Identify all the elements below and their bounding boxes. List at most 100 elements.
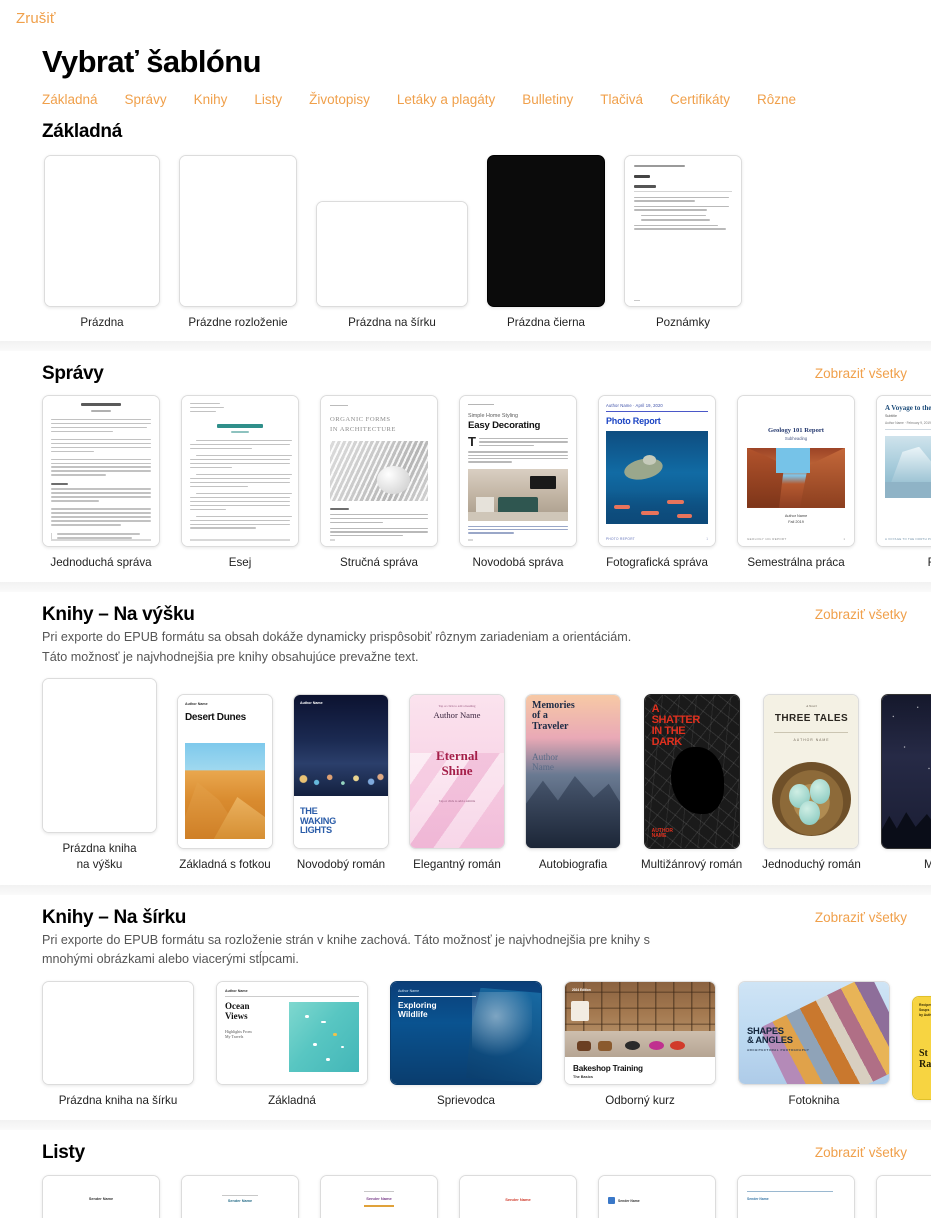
template-thumbnail[interactable]: Author Name Ocean Views Highlights From My…	[216, 980, 368, 1085]
show-all-button[interactable]: Zobraziť všetky	[815, 1142, 907, 1160]
section-knihy-na-sirku: Knihy – Na šírku Pri exporte do EPUB for…	[0, 895, 931, 1109]
tab-zivotopisy[interactable]: Životopisy	[309, 92, 370, 107]
template-thumbnail[interactable]: Sender Name	[320, 1175, 438, 1218]
template-thumbnail[interactable]: RecipesSoupsby Author StRa	[912, 996, 931, 1101]
template-thumbnail[interactable]	[179, 155, 297, 307]
tab-knihy[interactable]: Knihy	[194, 92, 228, 107]
template-tile-partial-sirka[interactable]: RecipesSoupsby Author StRa	[912, 996, 931, 1108]
template-thumbnail[interactable]: Author Name Desert Dunes	[177, 693, 273, 849]
tab-zakladna[interactable]: Základná	[42, 92, 98, 107]
template-thumbnail[interactable]	[42, 394, 160, 547]
template-thumbnail[interactable]	[42, 678, 157, 834]
template-thumbnail[interactable]: Author Name · April 19, 2020 Photo Repor…	[598, 394, 716, 547]
template-thumbnail[interactable]	[44, 155, 160, 307]
section-header-listy: Listy Zobraziť všetky	[42, 1142, 931, 1164]
template-tile-prazdne-rozlozenie[interactable]: Prázdne rozloženie	[179, 155, 297, 331]
template-tile-prazdna-kniha-na-vysku[interactable]: Prázdna kniha na výšku	[42, 678, 157, 872]
template-tile-list-1[interactable]: Sender Name	[42, 1175, 160, 1218]
template-thumbnail[interactable]: A SHATTER IN THE DARK AUTHOR NAME	[643, 693, 740, 849]
tab-letaky[interactable]: Letáky a plagáty	[397, 92, 495, 107]
template-caption: Základná s fotkou	[179, 857, 271, 871]
section-header-knihy-vyska: Knihy – Na výšku Pri exporte do EPUB for…	[42, 604, 931, 667]
template-tile-sprievodca[interactable]: Author Name Exploring Wildlife Sprievodca	[390, 980, 542, 1109]
show-all-button[interactable]: Zobraziť všetky	[815, 363, 907, 381]
template-row-knihy-sirka: Prázdna kniha na šírku Author Name Ocean…	[42, 980, 931, 1109]
template-thumbnail[interactable]: Author Name Exploring Wildlife	[390, 980, 542, 1085]
list-sender: Sender Name	[618, 1198, 640, 1203]
template-tile-prazdna-cierna[interactable]: Prázdna čierna	[487, 155, 605, 331]
show-all-button[interactable]: Zobraziť všetky	[815, 907, 907, 925]
template-caption: M	[923, 857, 931, 871]
template-tile-prazdna-kniha-na-sirku[interactable]: Prázdna kniha na šírku	[42, 980, 194, 1109]
section-title: Knihy – Na výšku	[42, 604, 195, 626]
section-title: Základná	[42, 121, 122, 142]
tab-listy[interactable]: Listy	[254, 92, 282, 107]
template-tile-autobiografia[interactable]: Memories of a Traveler Author Name Autobiog…	[525, 693, 621, 873]
template-tile-jednoduchy-roman[interactable]: A Novel THREE TALES AUTHOR NAME Jednoduc…	[762, 693, 861, 873]
template-thumbnail[interactable]	[42, 980, 194, 1085]
tab-rozne[interactable]: Rôzne	[757, 92, 796, 107]
template-thumbnail[interactable]	[181, 394, 299, 547]
template-thumbnail[interactable]: ORGANIC FORMS IN ARCHITECTURE	[320, 394, 438, 547]
template-thumbnail[interactable]: Sender Name	[876, 1175, 931, 1218]
template-thumbnail[interactable]: Tap or click to add a heading Author Nam…	[409, 693, 505, 849]
template-tile-partial-knihy[interactable]: M	[880, 693, 931, 873]
template-tile-jednoducha-sprava[interactable]: Jednoduchá správa	[42, 394, 160, 571]
template-tile-list-7[interactable]: Sender Name	[876, 1175, 931, 1218]
show-all-button[interactable]: Zobraziť všetky	[815, 604, 907, 622]
template-tile-strucna-sprava[interactable]: ORGANIC FORMS IN ARCHITECTURE Stručná sp…	[320, 394, 438, 571]
template-thumbnail[interactable]	[487, 155, 605, 307]
template-thumbnail[interactable]: Geology 101 Report Subheading Author Nam…	[737, 394, 855, 547]
section-divider	[0, 340, 931, 351]
template-tile-list-4[interactable]: Sender Name	[459, 1175, 577, 1218]
template-tile-novodoba-sprava[interactable]: Simple Home Styling Easy Decorating T No…	[459, 394, 577, 571]
template-tile-list-3[interactable]: Sender Name	[320, 1175, 438, 1218]
tab-tlaciva[interactable]: Tlačivá	[600, 92, 643, 107]
template-thumbnail[interactable]: Sender Name	[459, 1175, 577, 1218]
template-tile-multizanrovy-roman[interactable]: A SHATTER IN THE DARK AUTHOR NAME Multižánro…	[641, 693, 742, 873]
template-row-spravy: Jednoduchá správa Esej ORGANIC FORMS IN …	[42, 394, 931, 571]
tab-bulletiny[interactable]: Bulletiny	[522, 92, 573, 107]
template-tile-prazdna[interactable]: Prázdna	[44, 155, 160, 331]
tab-certifikaty[interactable]: Certifikáty	[670, 92, 730, 107]
template-tile-partial[interactable]: A Voyage to the Subtitle Author Name · F…	[876, 394, 931, 571]
template-caption: Stručná správa	[340, 555, 418, 569]
template-tile-semestralna-praca[interactable]: Geology 101 Report Subheading Author Nam…	[737, 394, 855, 571]
template-thumbnail[interactable]: Sender Name	[42, 1175, 160, 1218]
template-tile-odborny-kurz[interactable]: Bakeshop Training The Basics 2024 Editio…	[564, 980, 716, 1109]
template-tile-poznamky[interactable]: Poznámky	[624, 155, 742, 331]
template-tile-zakladna-s-fotkou[interactable]: Author Name Desert Dunes Základná s fotk…	[177, 693, 273, 873]
template-thumbnail[interactable]	[624, 155, 742, 307]
template-thumbnail[interactable]: Simple Home Styling Easy Decorating T	[459, 394, 577, 547]
template-thumbnail[interactable]: A Novel THREE TALES AUTHOR NAME	[763, 693, 860, 849]
section-divider	[0, 1120, 931, 1131]
template-tile-esej[interactable]: Esej	[181, 394, 299, 571]
template-thumbnail[interactable]	[316, 201, 468, 307]
template-tile-novodoby-roman[interactable]: Author Name THE WAKING LIGHTS Novodobý rom…	[293, 693, 389, 873]
template-tile-fotograficka-sprava[interactable]: Author Name · April 19, 2020 Photo Repor…	[598, 394, 716, 571]
template-caption: Elegantný román	[413, 857, 501, 871]
template-thumbnail[interactable]: SHAPES & ANGLES ARCHITECTURAL PHOTOGRAPHY	[738, 980, 890, 1085]
template-thumbnail[interactable]: Sender Name	[737, 1175, 855, 1218]
template-tile-list-2[interactable]: Sender Name	[181, 1175, 299, 1218]
tab-spravy[interactable]: Správy	[125, 92, 167, 107]
list-sender: Sender Name	[886, 1197, 931, 1201]
template-caption: Autobiografia	[538, 857, 608, 871]
template-thumbnail[interactable]: Bakeshop Training The Basics 2024 Editio…	[564, 980, 716, 1085]
cancel-button[interactable]: Zrušiť	[16, 10, 56, 27]
template-tile-list-6[interactable]: Sender Name	[737, 1175, 855, 1218]
template-tile-prazdna-na-sirku[interactable]: Prázdna na šírku	[316, 155, 468, 331]
template-thumbnail[interactable]: Memories of a Traveler Author Name	[525, 693, 621, 849]
template-row-knihy-vyska: Prázdna kniha na výšku Author Name Deser…	[42, 678, 931, 872]
template-thumbnail[interactable]: Sender Name	[598, 1175, 716, 1218]
template-tile-fotokniha[interactable]: SHAPES & ANGLES ARCHITECTURAL PHOTOGRAPHY…	[738, 980, 890, 1109]
template-tile-zakladna-sirka[interactable]: Author Name Ocean Views Highlights From My…	[216, 980, 368, 1109]
template-thumbnail[interactable]: Author Name THE WAKING LIGHTS	[293, 693, 389, 849]
template-caption: Prázdne rozloženie	[188, 316, 288, 329]
template-row-listy: Sender Name Sender Name Sender Name Send…	[42, 1175, 931, 1218]
template-thumbnail[interactable]: A Voyage to the Subtitle Author Name · F…	[876, 394, 931, 547]
template-thumbnail[interactable]: Sender Name	[181, 1175, 299, 1218]
template-thumbnail[interactable]	[880, 693, 931, 849]
template-tile-elegantny-roman[interactable]: Tap or click to add a heading Author Nam…	[409, 693, 505, 873]
template-tile-list-5[interactable]: Sender Name	[598, 1175, 716, 1218]
